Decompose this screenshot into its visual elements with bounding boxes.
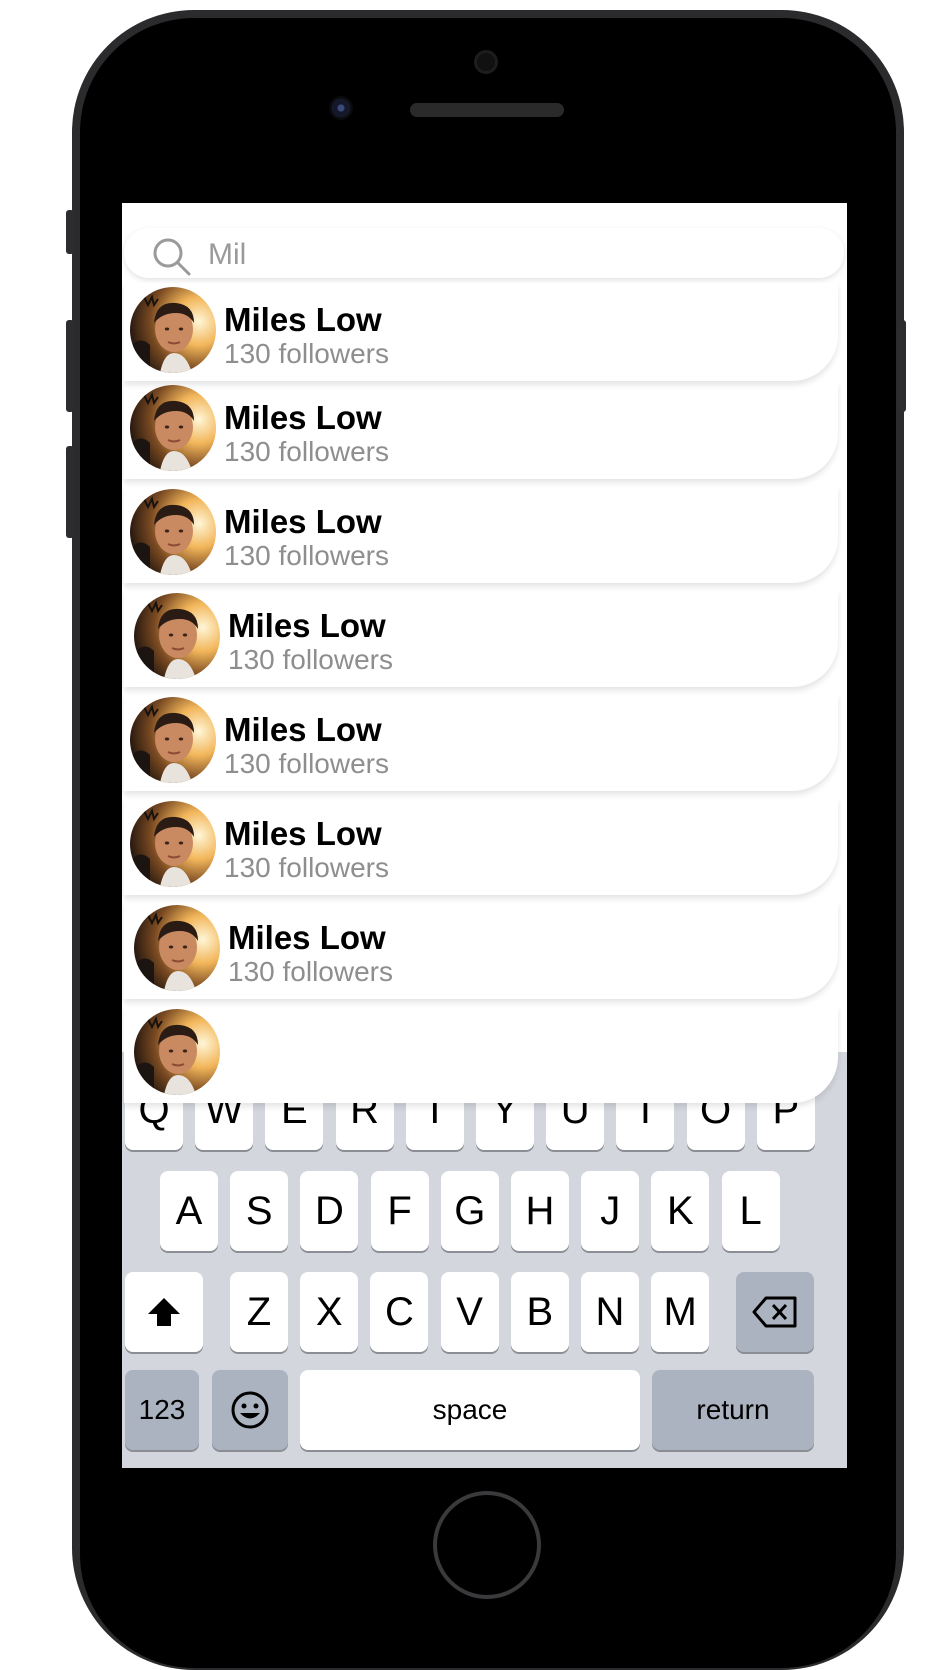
volume-down-button [66,446,74,538]
key-v[interactable]: V [440,1272,499,1352]
follower-count: 130 followers [224,540,389,571]
key-j[interactable]: J [581,1171,640,1251]
key-z[interactable]: Z [230,1272,288,1352]
keyboard: Q W E R T Y U I O P A S D F G H J K L Z X C V B N M 123 space return [122,1052,847,1468]
result-row[interactable]: Miles Low 130 followers [124,693,838,791]
follower-count: 130 followers [224,436,389,467]
user-name: Miles Low [224,399,382,436]
user-name: Miles Low [228,607,386,644]
result-row[interactable]: Miles Low 130 followers [124,283,838,381]
result-row[interactable]: Miles Low 130 followers [124,589,838,687]
key-a[interactable]: A [160,1171,218,1251]
result-row[interactable]: Miles Low 130 followers [124,485,838,583]
emoji-smile-icon [231,1391,269,1429]
follower-count: 130 followers [224,338,389,369]
key-l[interactable]: L [721,1171,780,1251]
user-name: Miles Low [228,919,386,956]
avatar [134,593,220,679]
avatar [130,287,216,373]
power-button [898,320,906,412]
numbers-key[interactable]: 123 [125,1370,199,1450]
user-name: Miles Low [224,503,382,540]
key-s[interactable]: S [230,1171,289,1251]
follower-count: 130 followers [228,956,393,987]
follower-count: 130 followers [224,748,389,779]
key-k[interactable]: K [651,1171,710,1251]
key-n[interactable]: N [581,1272,639,1352]
search-input[interactable]: Mil [208,238,246,272]
result-row[interactable]: Miles Low 130 followers [124,901,838,999]
key-f[interactable]: F [370,1171,429,1251]
return-key[interactable]: return [652,1370,814,1450]
avatar [130,489,216,575]
key-m[interactable]: M [651,1272,710,1352]
home-button[interactable] [433,1491,541,1599]
user-name: Miles Low [224,301,382,338]
key-g[interactable]: G [440,1171,499,1251]
shift-key[interactable] [125,1272,203,1352]
key-b[interactable]: B [510,1272,569,1352]
search-icon [153,238,191,276]
follower-count: 130 followers [224,852,389,883]
screen: Mil Miles Low 130 followers Miles Low 13… [122,203,847,1468]
emoji-key[interactable] [212,1370,288,1450]
user-name: Miles Low [224,815,382,852]
proximity-sensor [474,50,498,74]
follower-count: 130 followers [228,644,393,675]
space-key[interactable]: space [300,1370,640,1450]
avatar [130,385,216,471]
key-h[interactable]: H [511,1171,569,1251]
result-row[interactable]: Miles Low 130 followers [124,797,838,895]
earpiece-speaker [410,103,564,117]
result-row-partial [124,1005,838,1103]
user-name: Miles Low [224,711,382,748]
shift-arrow-icon [148,1298,180,1326]
key-d[interactable]: D [300,1171,359,1251]
key-c[interactable]: C [370,1272,429,1352]
volume-up-button [66,320,74,412]
avatar [134,1009,220,1095]
search-bar[interactable]: Mil [124,228,844,278]
avatar [134,905,220,991]
key-x[interactable]: X [300,1272,359,1352]
result-row[interactable]: Miles Low 130 followers [124,381,838,479]
avatar [130,801,216,887]
backspace-icon [752,1296,797,1328]
front-camera [329,96,353,120]
mute-switch [66,210,74,254]
delete-key[interactable] [736,1272,814,1352]
avatar [130,697,216,783]
